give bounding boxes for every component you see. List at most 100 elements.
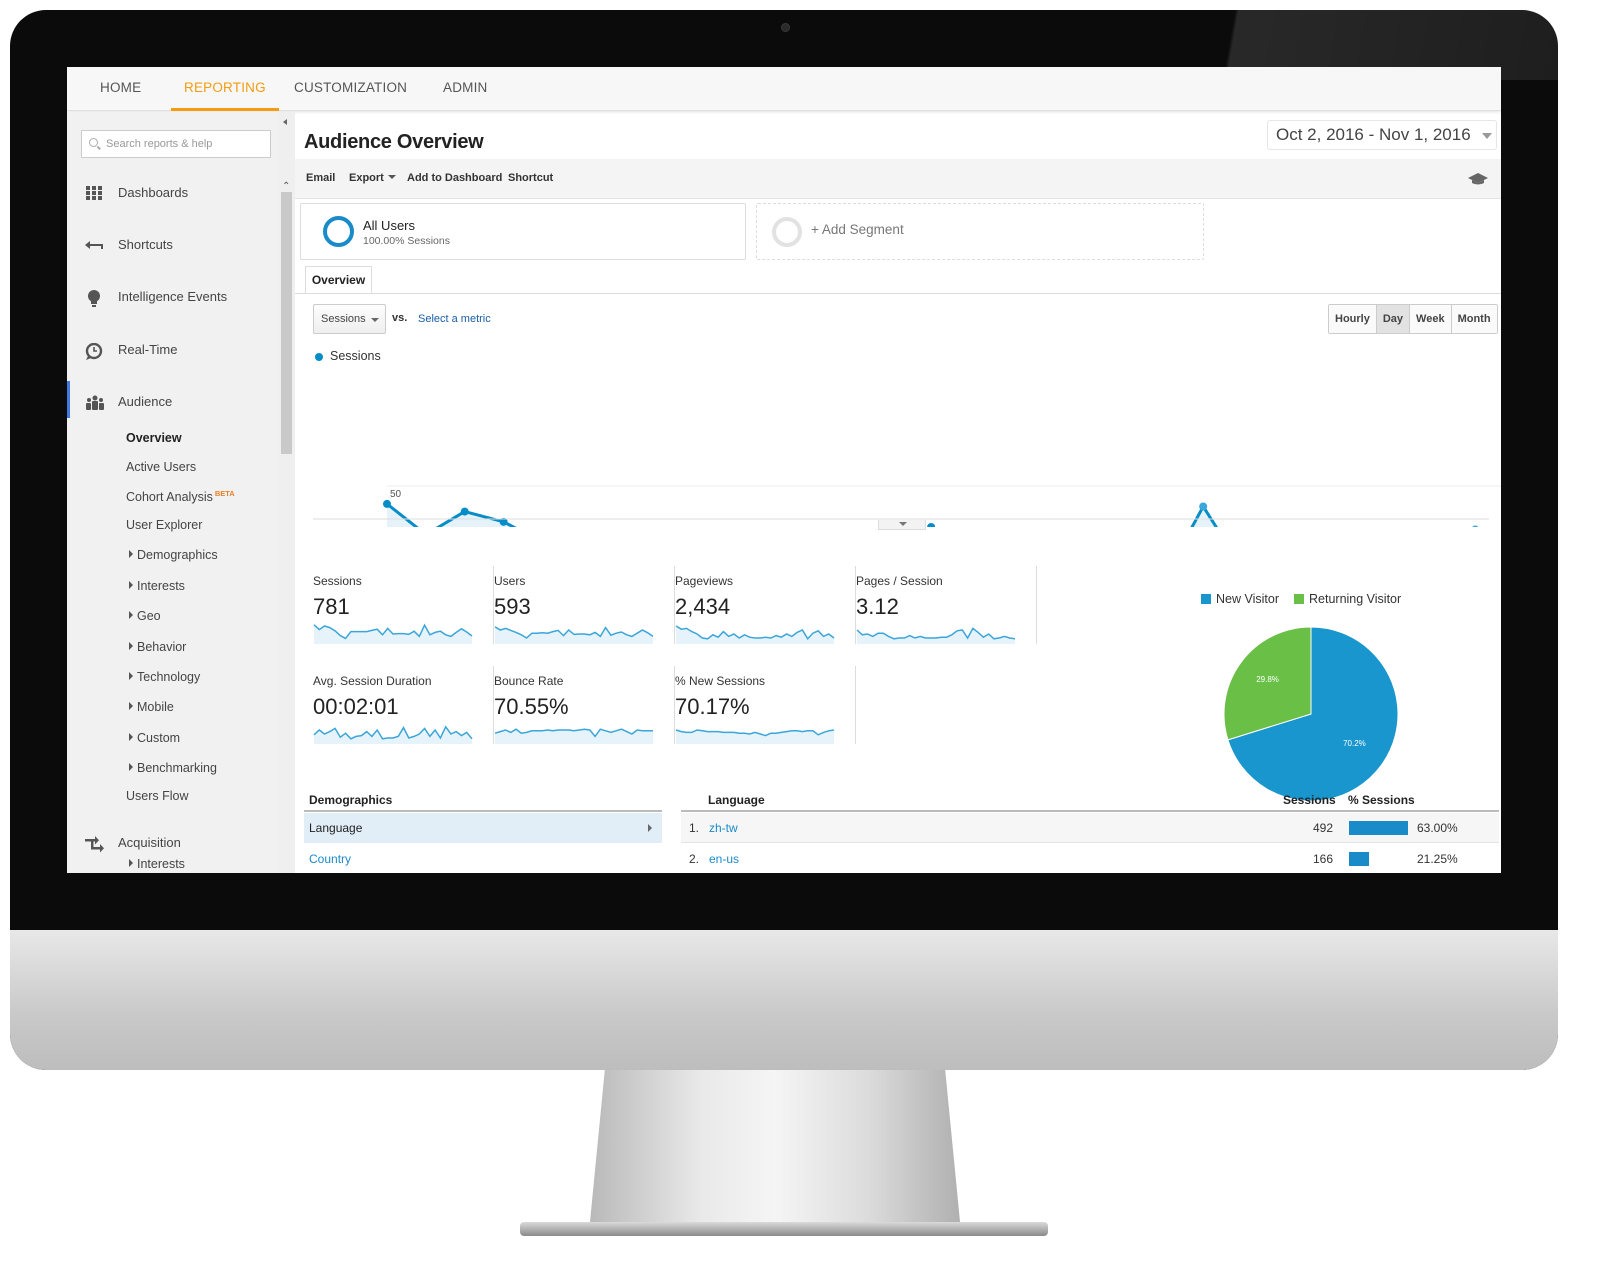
pct-sessions-bar — [1349, 852, 1369, 866]
sidebar-subitem-behavior[interactable]: Behavior — [129, 640, 186, 654]
tab-customization[interactable]: CUSTOMIZATION — [294, 67, 407, 111]
sparkline — [675, 729, 835, 744]
sidebar-subitem-benchmarking[interactable]: Benchmarking — [129, 761, 217, 775]
demographics-row-country[interactable]: Country — [304, 844, 662, 873]
segment-title: All Users — [363, 218, 416, 233]
row-index: 1. — [689, 821, 700, 835]
empty-segment-ring-icon — [772, 217, 802, 247]
sidebar-subitem-interests[interactable]: Interests — [129, 579, 185, 593]
monitor-foot — [520, 1222, 1048, 1236]
clock-icon — [85, 342, 103, 360]
sidebar-subitem-custom[interactable]: Custom — [129, 731, 180, 745]
chevron-down-icon — [1482, 133, 1492, 139]
sidebar-subitem-cohort-analysis[interactable]: Cohort Analysis BETA — [126, 489, 235, 504]
metric-value: 70.55% — [494, 694, 569, 719]
sidebar-item-label: Real-Time — [118, 342, 178, 357]
table-header-sessions[interactable]: Sessions — [1283, 793, 1336, 807]
data-point[interactable] — [383, 499, 391, 508]
select-metric-link[interactable]: Select a metric — [418, 313, 491, 325]
granularity-toggle: Hourly Day Week Month — [1328, 304, 1498, 334]
language-link[interactable]: zh-tw — [709, 813, 738, 843]
date-range-picker[interactable]: Oct 2, 2016 - Nov 1, 2016 — [1267, 120, 1497, 150]
sidebar-item-acquisition[interactable]: Acquisition — [67, 829, 279, 859]
sidebar-subitem-overview[interactable]: Overview — [126, 431, 182, 445]
shortcut-button[interactable]: Shortcut — [508, 172, 553, 184]
tab-overview[interactable]: Overview — [305, 266, 372, 294]
table-row: 1. zh-tw 492 63.00% — [681, 813, 1499, 843]
expand-triangle-icon — [129, 763, 133, 771]
metric-select[interactable]: Sessions — [313, 304, 386, 334]
metric-value: 593 — [494, 594, 531, 619]
tab-admin[interactable]: ADMIN — [443, 67, 488, 111]
chart-expand-toggle[interactable] — [878, 520, 926, 530]
tab-reporting[interactable]: REPORTING — [171, 67, 279, 111]
sparkline — [494, 728, 653, 744]
language-link[interactable]: en-us — [709, 844, 739, 873]
sparkline — [675, 625, 835, 644]
sidebar-subitem-demographics[interactable]: Demographics — [129, 548, 218, 562]
legend-label: Returning Visitor — [1309, 592, 1402, 606]
email-button[interactable]: Email — [306, 172, 335, 184]
tab-home[interactable]: HOME — [100, 67, 141, 111]
metric-label: Avg. Session Duration — [313, 674, 432, 688]
subitem-label: Behavior — [137, 640, 187, 654]
sidebar-subitem-acq-interests[interactable]: Interests — [129, 857, 185, 871]
metric-tile-avg-session-duration[interactable]: Avg. Session Duration 00:02:01 — [313, 666, 494, 754]
sidebar-subitem-users-flow[interactable]: Users Flow — [126, 789, 189, 803]
data-point[interactable] — [1471, 525, 1479, 527]
add-to-dashboard-button[interactable]: Add to Dashboard — [407, 172, 502, 184]
sidebar-item-label: Acquisition — [118, 835, 181, 850]
subitem-label: Interests — [137, 857, 185, 871]
legend-marker — [315, 353, 323, 361]
granularity-week-button[interactable]: Week — [1410, 305, 1452, 333]
granularity-hourly-button[interactable]: Hourly — [1329, 305, 1377, 333]
legend-swatch — [1294, 594, 1304, 604]
table-header-language[interactable]: Language — [708, 793, 765, 807]
table-header-pct-sessions[interactable]: % Sessions — [1348, 793, 1415, 807]
sidebar-item-real-time[interactable]: Real-Time — [67, 336, 279, 366]
date-range-text: Oct 2, 2016 - Nov 1, 2016 — [1276, 125, 1471, 144]
scroll-up-icon[interactable]: ⌃ — [282, 181, 290, 192]
granularity-day-button[interactable]: Day — [1376, 305, 1411, 333]
table-header-divider — [681, 810, 1499, 812]
sidebar-subitem-mobile[interactable]: Mobile — [129, 700, 174, 714]
subitem-label: Mobile — [137, 700, 174, 714]
granularity-month-button[interactable]: Month — [1451, 305, 1497, 333]
sidebar-subitem-active-users[interactable]: Active Users — [126, 460, 196, 474]
subitem-label: Benchmarking — [137, 761, 217, 775]
expand-triangle-icon — [129, 611, 133, 619]
data-point[interactable] — [460, 507, 469, 516]
metric-tile-bounce-rate[interactable]: Bounce Rate 70.55% — [494, 666, 675, 754]
data-point[interactable] — [927, 522, 936, 527]
sidebar-scrollbar-thumb[interactable] — [281, 192, 292, 454]
metric-tile-sessions[interactable]: Sessions 781 — [313, 566, 494, 654]
metric-value: 3.12 — [856, 594, 899, 619]
collapse-sidebar-icon[interactable] — [283, 119, 287, 125]
row-sessions: 492 — [1312, 821, 1333, 835]
segment-all-users[interactable]: All Users 100.00% Sessions — [300, 203, 746, 260]
add-segment-button[interactable]: + Add Segment — [756, 203, 1204, 260]
data-point[interactable] — [1199, 502, 1208, 511]
graduation-cap-icon[interactable] — [1467, 172, 1489, 185]
sidebar-subitem-geo[interactable]: Geo — [129, 609, 161, 623]
metric-value: 781 — [313, 594, 350, 619]
report-toolbar: Email Export Add to Dashboard Shortcut — [295, 159, 1501, 199]
export-label: Export — [349, 172, 384, 184]
metric-tile-pageviews[interactable]: Pageviews 2,434 — [675, 566, 856, 654]
metric-tile-pages-per-session[interactable]: Pages / Session 3.12 — [856, 566, 1037, 654]
search-reports-input[interactable]: Search reports & help — [81, 130, 271, 158]
sidebar-item-shortcuts[interactable]: Shortcuts — [67, 231, 279, 261]
export-button[interactable]: Export — [349, 172, 396, 184]
metric-tile-new-sessions[interactable]: % New Sessions 70.17% — [675, 666, 856, 754]
sidebar-item-audience[interactable]: Audience — [67, 381, 279, 418]
row-pct-sessions: 21.25% — [1417, 852, 1458, 866]
sidebar-subitem-technology[interactable]: Technology — [129, 670, 200, 684]
metric-label: Users — [494, 574, 526, 588]
demographics-row-language[interactable]: Language — [304, 813, 662, 843]
sidebar-item-label: Audience — [118, 394, 173, 409]
sidebar-item-intelligence-events[interactable]: Intelligence Events — [67, 283, 279, 313]
metric-tile-users[interactable]: Users 593 — [494, 566, 675, 654]
sidebar-subitem-user-explorer[interactable]: User Explorer — [126, 518, 202, 532]
chevron-down-icon — [371, 318, 379, 322]
sidebar-item-dashboards[interactable]: Dashboards — [67, 179, 279, 209]
